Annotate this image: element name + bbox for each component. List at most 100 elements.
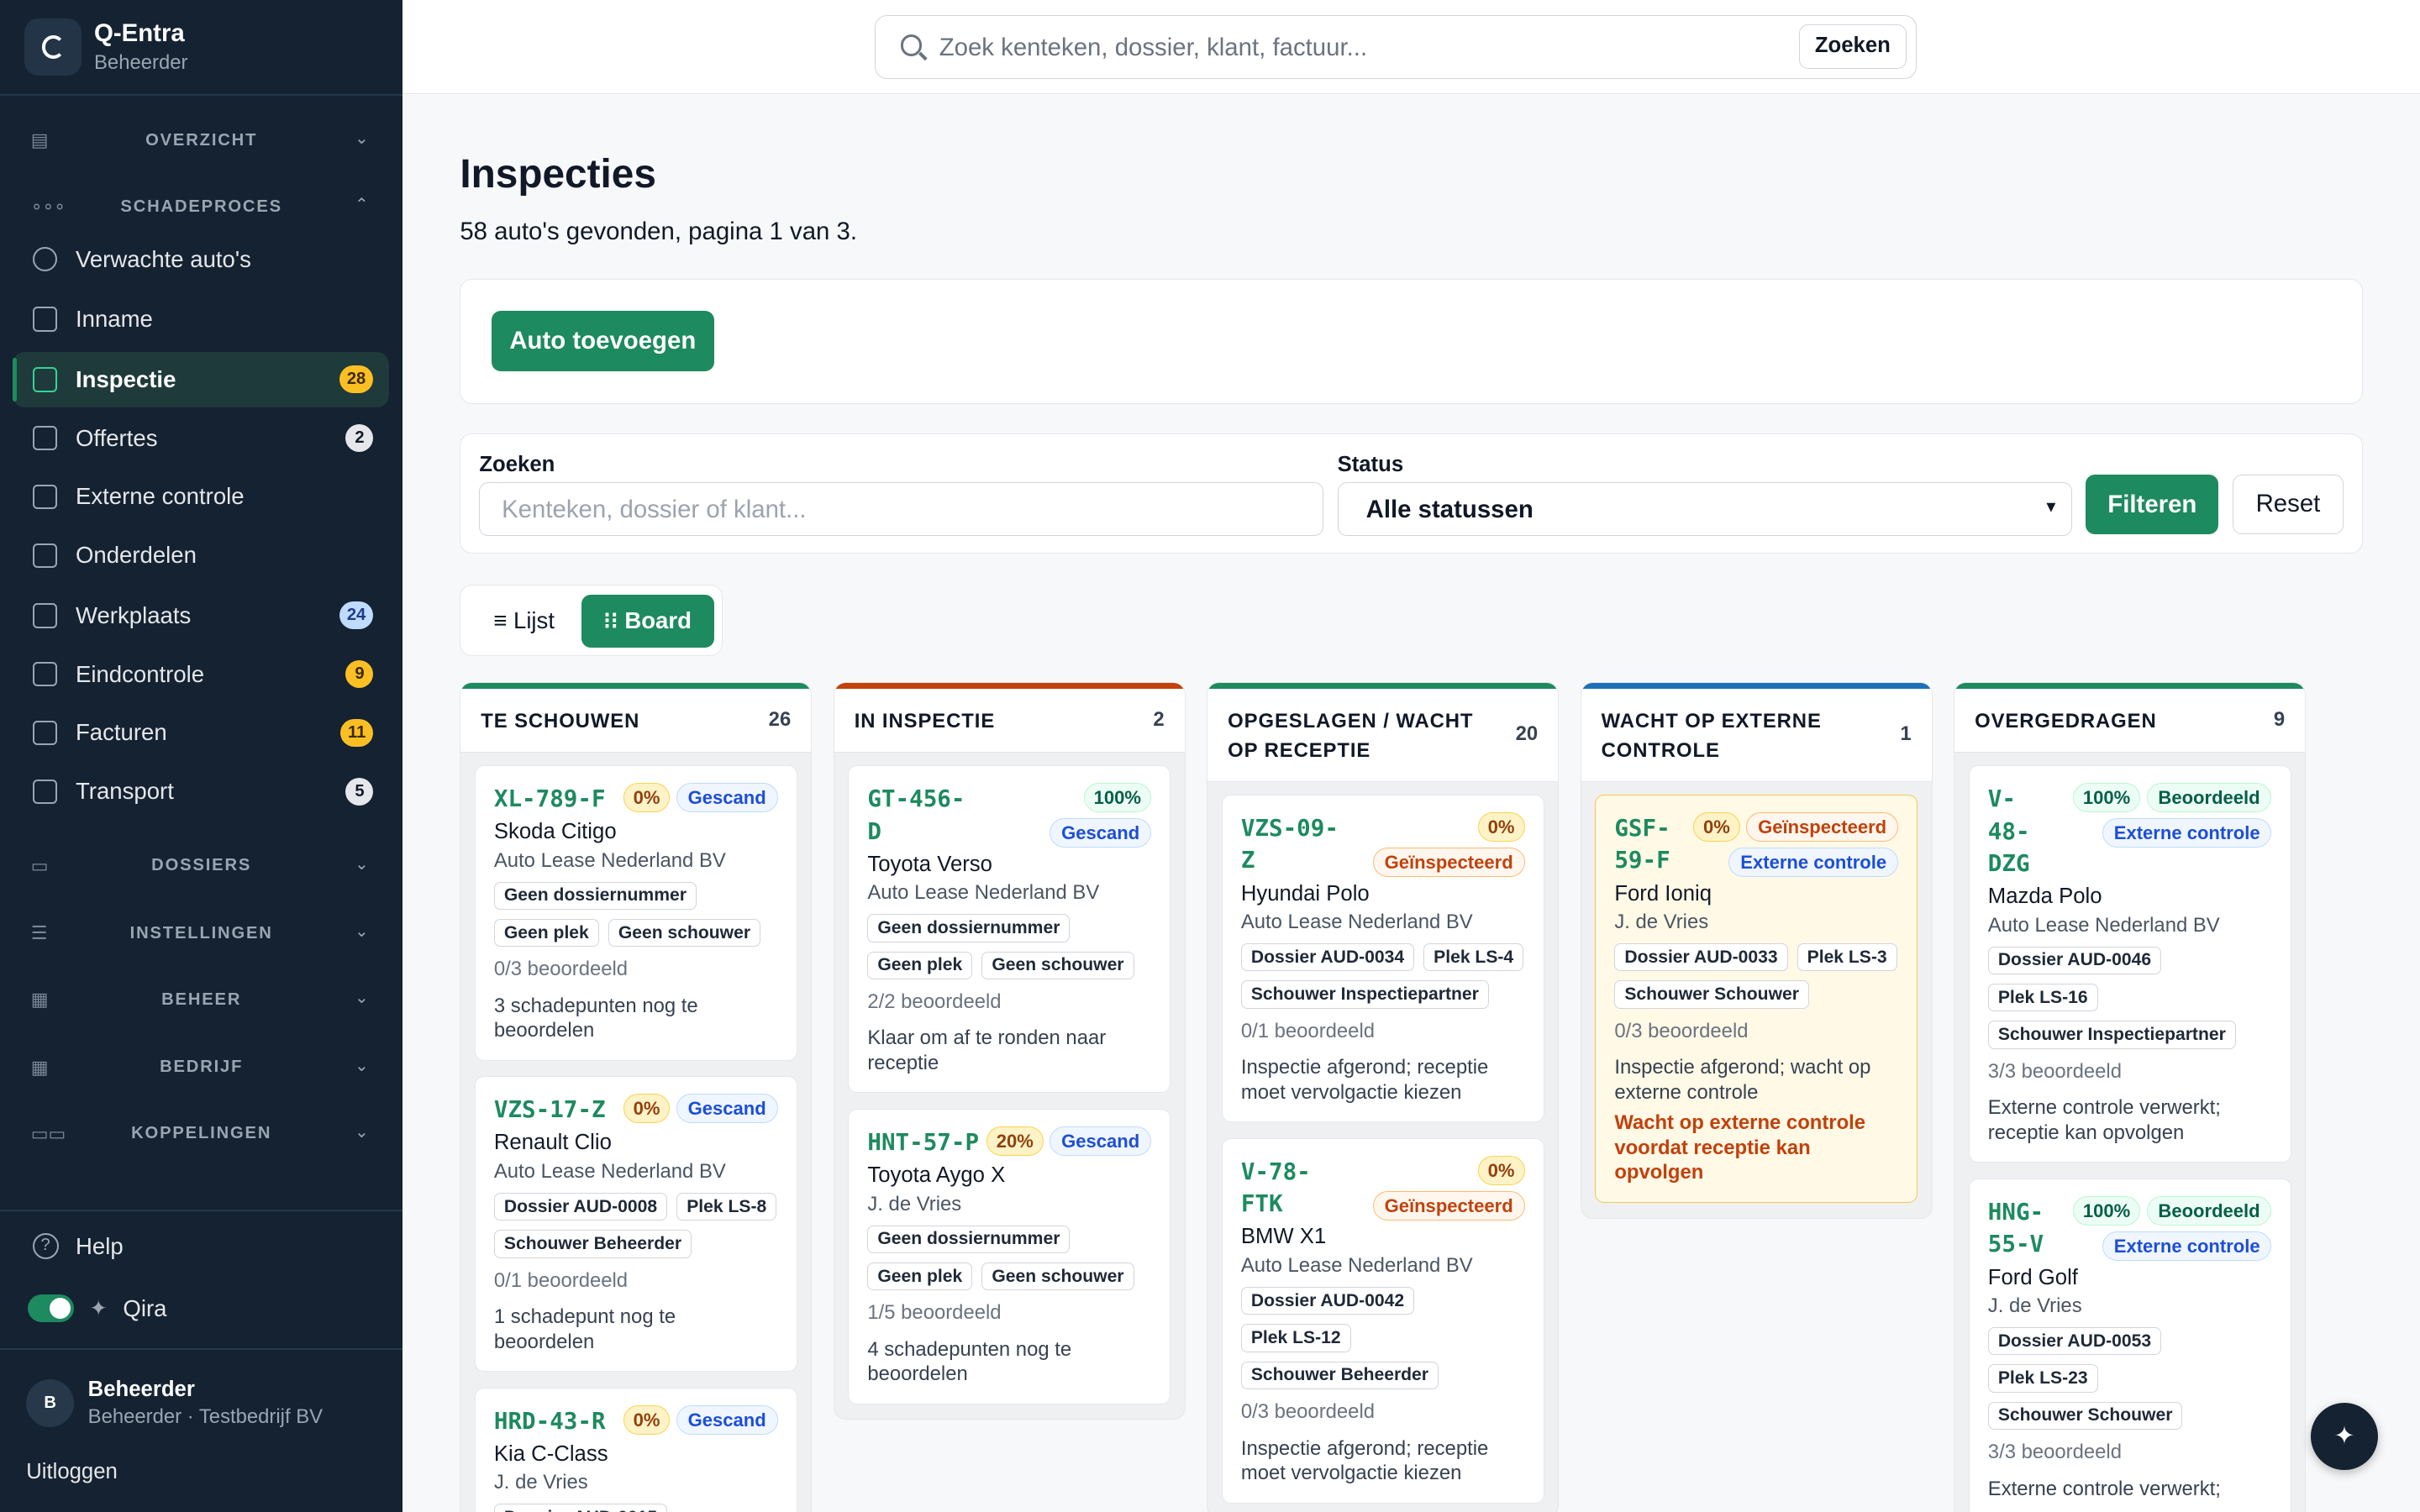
info-chip: Geen schouwer xyxy=(981,1262,1134,1291)
license-plate[interactable]: GT-456-D xyxy=(867,783,975,848)
section-dossiers[interactable]: ▭ DOSSIERS ⌄ xyxy=(0,843,402,889)
info-chip: Dossier AUD-0034 xyxy=(1240,943,1415,972)
card-chips: Geen dossiernummer Geen plek Geen schouwer xyxy=(867,914,1151,979)
column-body: V-48-DZG 100% Beoordeeld Externe controle Ma… xyxy=(1954,753,2305,1512)
card-badges: 100% Beoordeeld Externe controle xyxy=(2058,1195,2272,1261)
sidebar-item-inspectie[interactable]: Inspectie 28 xyxy=(12,351,389,407)
vehicle-card[interactable]: VZS-09-Z 0% Geïnspecteerd Hyundai Polo Auto … xyxy=(1221,794,1544,1123)
sidebar-item-werkplaats[interactable]: Werkplaats 24 xyxy=(13,588,389,643)
info-chip: Plek LS-8 xyxy=(676,1192,777,1221)
sparkle-icon[interactable]: ✦ xyxy=(2310,1402,2379,1471)
section-label: DOSSIERS xyxy=(151,855,252,874)
card-badges: 100% Gescand xyxy=(981,782,1152,848)
sidebar-item-facturen[interactable]: Facturen 11 xyxy=(13,705,389,760)
sidebar-item-verwachte-autos[interactable]: Verwachte auto's xyxy=(13,232,389,287)
qira-toggle[interactable] xyxy=(28,1294,75,1323)
card-badges: 20% Gescand xyxy=(986,1126,1152,1159)
license-plate[interactable]: XL-789-F xyxy=(494,783,606,816)
review-count: 0/1 beoordeeld xyxy=(493,1268,629,1292)
status-select[interactable]: Alle statussen ▾ xyxy=(1337,482,2072,537)
car-model: Kia C-Class xyxy=(493,1441,608,1466)
view-list-button[interactable]: ≡ Lijst xyxy=(473,595,575,647)
section-label: OVERZICHT xyxy=(145,130,258,150)
section-bedrijf[interactable]: ▦ BEDRIJF ⌄ xyxy=(0,1044,402,1090)
section-label: BEHEER xyxy=(161,990,242,1009)
card-header: GT-456-D 100% Gescand xyxy=(867,782,1152,848)
count-badge: 9 xyxy=(345,660,374,689)
vehicle-card[interactable]: GSF-59-F 0% Geïnspecteerd Externe controle F… xyxy=(1595,794,1918,1203)
view-board-button[interactable]: ⁝⁝ Board xyxy=(581,595,714,648)
status-badge: Gescand xyxy=(676,1094,778,1124)
progress-badge: 100% xyxy=(2072,782,2141,812)
vehicle-card[interactable]: GT-456-D 100% Gescand Toyota Verso Auto Leas… xyxy=(848,764,1171,1094)
chevron-down-icon: ⌄ xyxy=(355,129,369,149)
status-note: Inspectie afgerond; wacht op externe con… xyxy=(1614,1056,1871,1104)
vehicle-card[interactable]: V-78-FTK 0% Geïnspecteerd BMW X1 Auto Lease … xyxy=(1221,1137,1544,1504)
vehicle-card[interactable]: V-48-DZG 100% Beoordeeld Externe controle Ma… xyxy=(1968,764,2291,1163)
status-badge: Gescand xyxy=(1050,1126,1152,1156)
info-chip: Schouwer Beheerder xyxy=(493,1230,692,1258)
info-chip: Schouwer Schouwer xyxy=(1614,980,1809,1009)
search-field[interactable]: Kenteken, dossier of klant... xyxy=(479,482,1324,537)
filter-button[interactable]: Filteren xyxy=(2086,474,2219,535)
card-chips: Dossier AUD-0015 xyxy=(493,1504,778,1512)
license-plate[interactable]: HNG-55-V xyxy=(1988,1196,2052,1261)
section-beheer[interactable]: ▦ BEHEER ⌄ xyxy=(0,977,402,1023)
reset-button[interactable]: Reset xyxy=(2232,474,2344,535)
car-icon xyxy=(32,307,57,332)
sidebar-item-inname[interactable]: Inname xyxy=(13,291,389,347)
car-model: Ford Golf xyxy=(1987,1265,2078,1289)
section-instellingen[interactable]: ☰ INSTELLINGEN ⌄ xyxy=(0,911,402,957)
vehicle-card[interactable]: XL-789-F 0% Gescand Skoda Citigo Auto Lease … xyxy=(474,764,797,1061)
sidebar-item-externe-controle[interactable]: Externe controle xyxy=(13,469,389,524)
section-schadeproces[interactable]: ∘∘∘ SCHADEPROCES ⌃ xyxy=(0,184,402,230)
vehicle-card[interactable]: HRD-43-R 0%Gescand Kia C-Class J. de Vries D… xyxy=(474,1387,797,1512)
column-count: 26 xyxy=(768,707,792,731)
card-badges: 100% Beoordeeld Externe controle xyxy=(2058,782,2272,880)
license-plate[interactable]: VZS-09-Z xyxy=(1241,812,1339,877)
help-link[interactable]: ? Help xyxy=(13,1222,389,1272)
search-input[interactable]: Zoek kenteken, dossier, klant, factuur..… xyxy=(939,34,1367,62)
license-plate[interactable]: HRD-43-R xyxy=(494,1405,606,1438)
layout-icon: ▤ xyxy=(30,129,49,151)
chevron-down-icon: ⌄ xyxy=(355,854,369,874)
qira-toggle-row[interactable]: ✦ Qira xyxy=(28,1289,166,1326)
license-plate[interactable]: GSF-59-F xyxy=(1614,812,1677,877)
help-label: Help xyxy=(75,1232,124,1259)
divider xyxy=(0,94,403,96)
logout-link[interactable]: Uitloggen xyxy=(26,1460,118,1484)
grid-icon: ▦ xyxy=(30,989,49,1011)
brand[interactable]: Q-Entra Beheerder xyxy=(24,18,187,76)
license-plate[interactable]: VZS-17-Z xyxy=(494,1094,606,1126)
column-title: WACHT OP EXTERNE CONTROLE xyxy=(1601,709,1822,762)
sidebar-item-transport[interactable]: Transport 5 xyxy=(13,764,389,819)
license-plate[interactable]: HNT-57-P xyxy=(867,1126,979,1159)
section-koppelingen[interactable]: ▭▭ KOPPELINGEN ⌄ xyxy=(0,1110,402,1157)
count-badge: 28 xyxy=(339,365,374,394)
sidebar-item-offertes[interactable]: Offertes 2 xyxy=(13,411,389,466)
sidebar-item-onderdelen[interactable]: Onderdelen xyxy=(13,528,389,583)
sidebar-item-label: Inspectie xyxy=(75,365,176,392)
license-plate[interactable]: V-48-DZG xyxy=(1988,783,2052,880)
status-badge: Geïnspecteerd xyxy=(1372,848,1525,877)
search-button[interactable]: Zoeken xyxy=(1798,24,1907,69)
add-car-button[interactable]: Auto toevoegen xyxy=(492,311,714,371)
section-overzicht[interactable]: ▤ OVERZICHT ⌄ xyxy=(0,118,402,164)
info-chip: Geen plek xyxy=(867,951,973,979)
link-icon: ▭▭ xyxy=(30,1123,66,1145)
info-chip: Dossier AUD-0008 xyxy=(493,1192,668,1221)
card-header: HRD-43-R 0% Gescand xyxy=(494,1404,778,1438)
review-count: 2/2 beoordeeld xyxy=(867,990,1002,1013)
progress-badge: 0% xyxy=(1693,811,1740,842)
global-search[interactable]: Zoek kenteken, dossier, klant, factuur..… xyxy=(875,15,1918,79)
license-plate[interactable]: V-78-FTK xyxy=(1241,1156,1339,1221)
vehicle-card[interactable]: VZS-17-Z 0% Gescand Renault Clio Auto Lease … xyxy=(474,1076,797,1373)
vehicle-card[interactable]: HNT-57-P 20% Gescand Toyota Aygo X J. de Vri… xyxy=(848,1108,1171,1404)
sidebar-item-eindcontrole[interactable]: Eindcontrole 9 xyxy=(13,647,389,702)
card-chips: Dossier AUD-0034 Plek LS-4 Schouwer Inspec… xyxy=(1240,943,1525,1009)
vehicle-card[interactable]: HNG-55-V 100% Beoordeeld Externe controle Fo… xyxy=(1968,1178,2291,1512)
info-chip: Dossier AUD-0033 xyxy=(1614,943,1788,972)
user-profile[interactable]: B Beheerder Beheerder · Testbedrijf BV xyxy=(26,1378,323,1429)
info-chip: Plek LS-23 xyxy=(1987,1364,2098,1393)
info-chip: Geen dossiernummer xyxy=(493,881,697,910)
